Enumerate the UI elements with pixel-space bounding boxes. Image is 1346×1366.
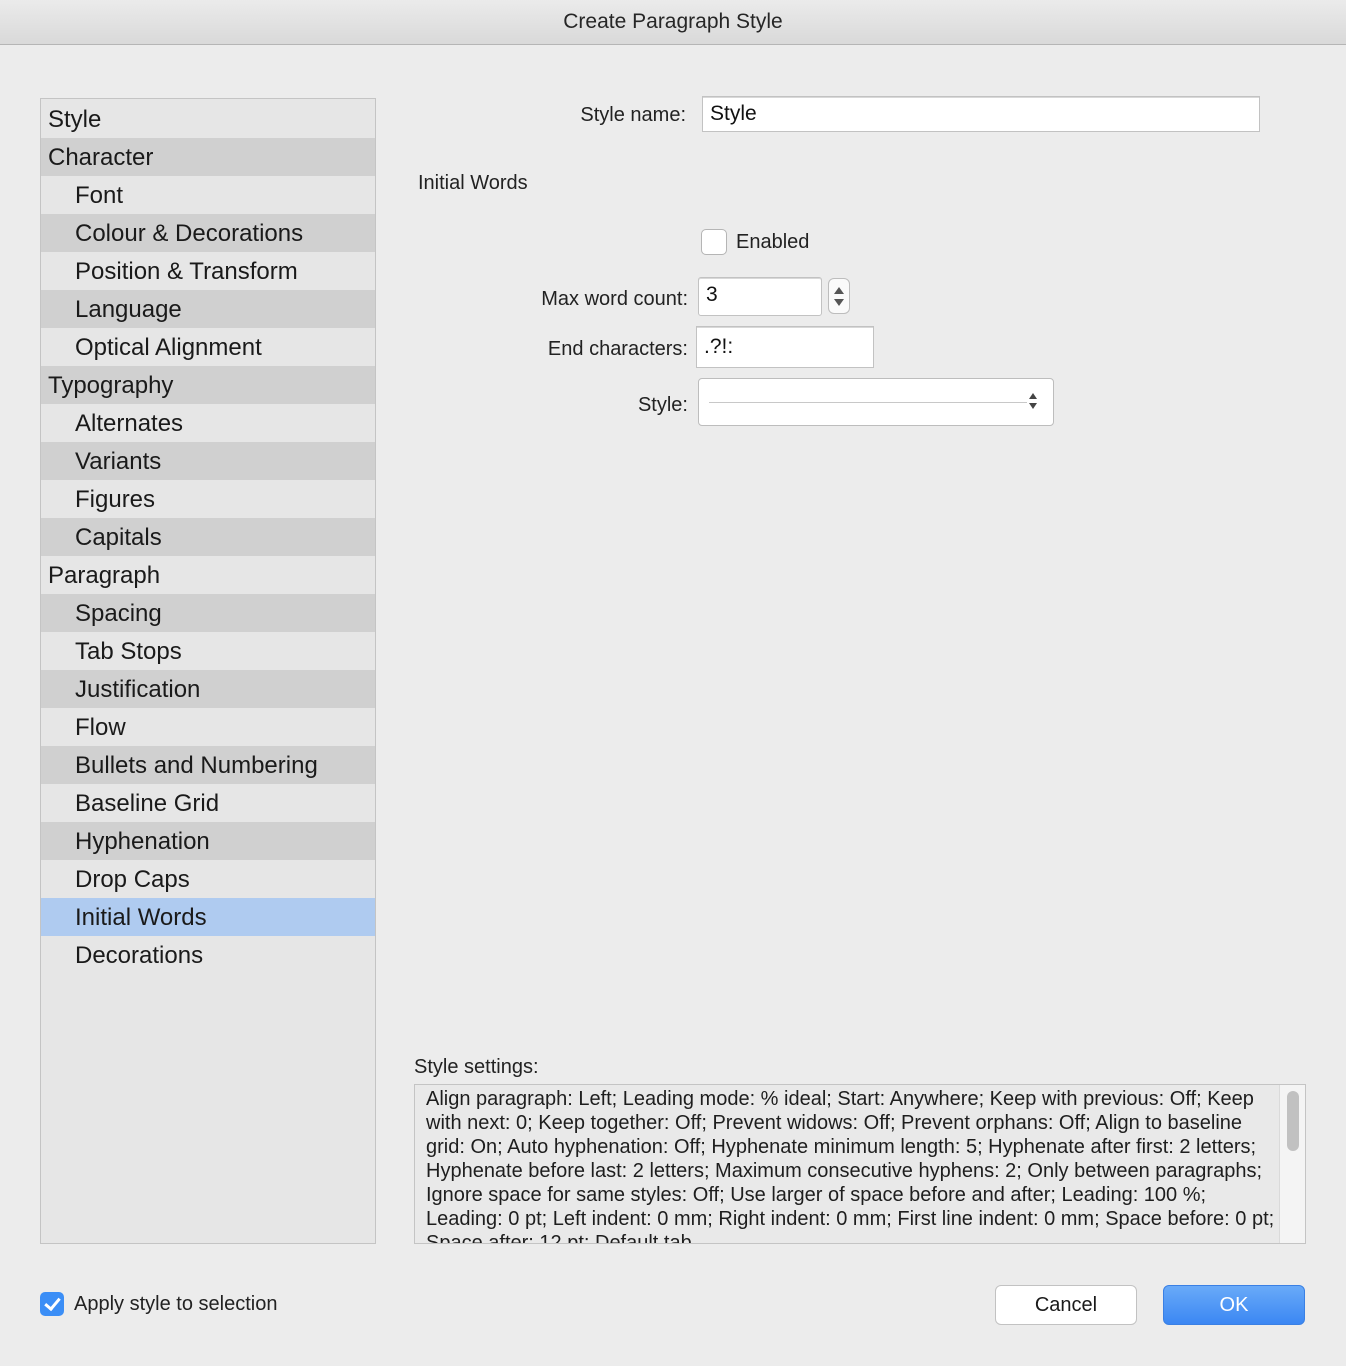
sidebar[interactable]: Style Character Font Colour & Decoration…	[40, 98, 376, 1244]
window-title: Create Paragraph Style	[0, 0, 1346, 45]
sidebar-item-flow[interactable]: Flow	[41, 708, 375, 746]
sidebar-list: Style Character Font Colour & Decoration…	[41, 99, 375, 974]
style-settings-box[interactable]: Align paragraph: Left; Leading mode: % i…	[414, 1084, 1306, 1244]
style-settings-label: Style settings:	[414, 1056, 539, 1078]
sidebar-item-typography[interactable]: Typography	[41, 366, 375, 404]
sidebar-item-spacing[interactable]: Spacing	[41, 594, 375, 632]
sidebar-item-decorations[interactable]: Decorations	[41, 936, 375, 974]
sidebar-item-figures[interactable]: Figures	[41, 480, 375, 518]
sidebar-item-bullets-numbering[interactable]: Bullets and Numbering	[41, 746, 375, 784]
cancel-button[interactable]: Cancel	[995, 1285, 1137, 1325]
sidebar-item-justification[interactable]: Justification	[41, 670, 375, 708]
max-word-count-stepper[interactable]	[828, 278, 850, 314]
style-popup-divider	[709, 402, 1027, 403]
end-characters-label: End characters:	[547, 338, 688, 360]
enabled-checkbox[interactable]	[701, 229, 727, 255]
sidebar-item-tab-stops[interactable]: Tab Stops	[41, 632, 375, 670]
sidebar-item-baseline-grid[interactable]: Baseline Grid	[41, 784, 375, 822]
style-settings-scrollbar[interactable]	[1279, 1085, 1305, 1243]
sidebar-item-paragraph[interactable]: Paragraph	[41, 556, 375, 594]
stepper-down-icon[interactable]	[834, 299, 844, 306]
style-popup[interactable]	[698, 378, 1054, 426]
updown-arrows-icon	[1029, 393, 1039, 413]
sidebar-item-font[interactable]: Font	[41, 176, 375, 214]
sidebar-item-language[interactable]: Language	[41, 290, 375, 328]
end-characters-input[interactable]: .?!:	[696, 326, 874, 368]
stepper-up-icon[interactable]	[834, 287, 844, 294]
sidebar-item-style[interactable]: Style	[41, 100, 375, 138]
section-title: Initial Words	[418, 172, 528, 194]
apply-style-label: Apply style to selection	[74, 1293, 278, 1315]
style-name-label: Style name:	[580, 104, 686, 126]
sidebar-item-colour-decorations[interactable]: Colour & Decorations	[41, 214, 375, 252]
scroll-thumb[interactable]	[1287, 1091, 1299, 1151]
style-label: Style:	[637, 394, 688, 416]
sidebar-item-variants[interactable]: Variants	[41, 442, 375, 480]
enabled-label: Enabled	[736, 231, 810, 253]
ok-button[interactable]: OK	[1163, 1285, 1305, 1325]
checkmark-icon	[44, 1293, 61, 1312]
style-settings-text: Align paragraph: Left; Leading mode: % i…	[426, 1088, 1275, 1244]
sidebar-item-optical-alignment[interactable]: Optical Alignment	[41, 328, 375, 366]
max-word-count-input[interactable]: 3	[698, 277, 822, 316]
sidebar-item-position-transform[interactable]: Position & Transform	[41, 252, 375, 290]
apply-style-checkbox[interactable]	[40, 1292, 64, 1316]
style-name-input[interactable]: Style	[702, 96, 1260, 132]
sidebar-item-initial-words[interactable]: Initial Words	[41, 898, 375, 936]
sidebar-item-capitals[interactable]: Capitals	[41, 518, 375, 556]
sidebar-item-alternates[interactable]: Alternates	[41, 404, 375, 442]
sidebar-item-character[interactable]: Character	[41, 138, 375, 176]
sidebar-item-hyphenation[interactable]: Hyphenation	[41, 822, 375, 860]
max-word-count-label: Max word count:	[541, 288, 688, 310]
sidebar-item-drop-caps[interactable]: Drop Caps	[41, 860, 375, 898]
